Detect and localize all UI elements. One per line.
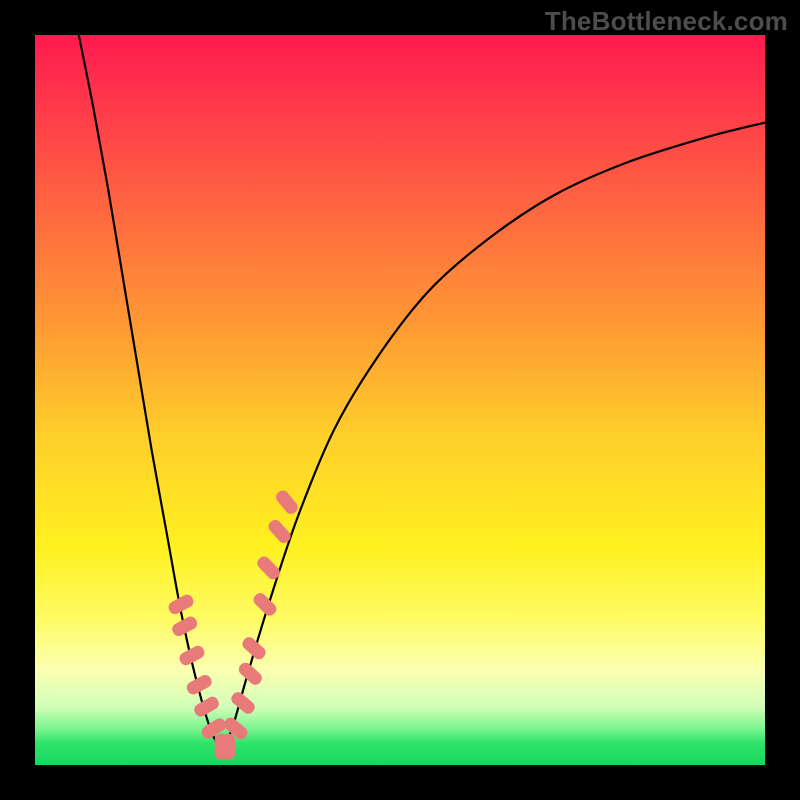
curve-left: [79, 35, 221, 750]
chart-frame: TheBottleneck.com: [0, 0, 800, 800]
marker-point: [240, 635, 268, 662]
marker-group: [166, 488, 300, 760]
marker-point: [222, 734, 235, 760]
plot-area: [35, 35, 765, 765]
marker-point: [274, 488, 301, 516]
chart-overlay: [35, 35, 765, 765]
watermark-text: TheBottleneck.com: [545, 6, 788, 37]
curve-right: [221, 123, 765, 751]
